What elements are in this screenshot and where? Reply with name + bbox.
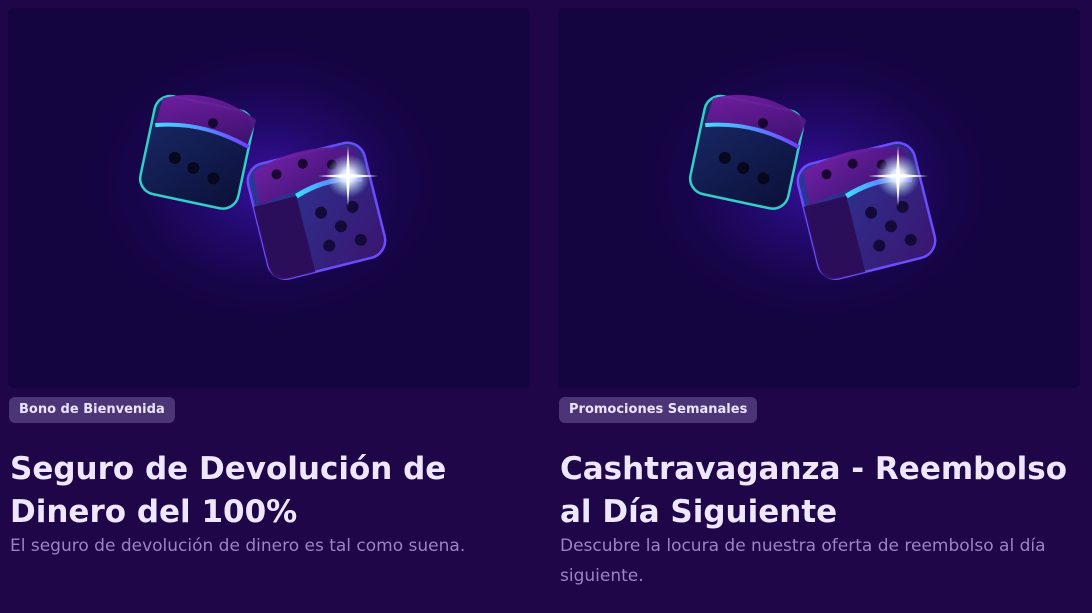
promo-image[interactable] [8, 8, 530, 388]
dice-icon [138, 94, 387, 280]
dice-icon [688, 94, 937, 280]
promo-card-welcome-bonus[interactable]: Bono de Bienvenida Seguro de Devolución … [8, 0, 530, 613]
promo-card-weekly-promotions[interactable]: Promociones Semanales Cashtravaganza - R… [558, 0, 1080, 613]
card-description: El seguro de devolución de dinero es tal… [10, 536, 466, 556]
card-title[interactable]: Cashtravaganza - Reembolso al Día Siguie… [560, 448, 1080, 534]
promo-image[interactable] [558, 8, 1080, 388]
card-description: Descubre la locura de nuestra oferta de … [560, 536, 1046, 586]
card-title[interactable]: Seguro de Devolución de Dinero del 100% [10, 448, 530, 534]
promo-cards: Bono de Bienvenida Seguro de Devolución … [0, 0, 1092, 613]
category-badge: Bono de Bienvenida [9, 397, 175, 423]
category-badge: Promociones Semanales [559, 397, 758, 423]
